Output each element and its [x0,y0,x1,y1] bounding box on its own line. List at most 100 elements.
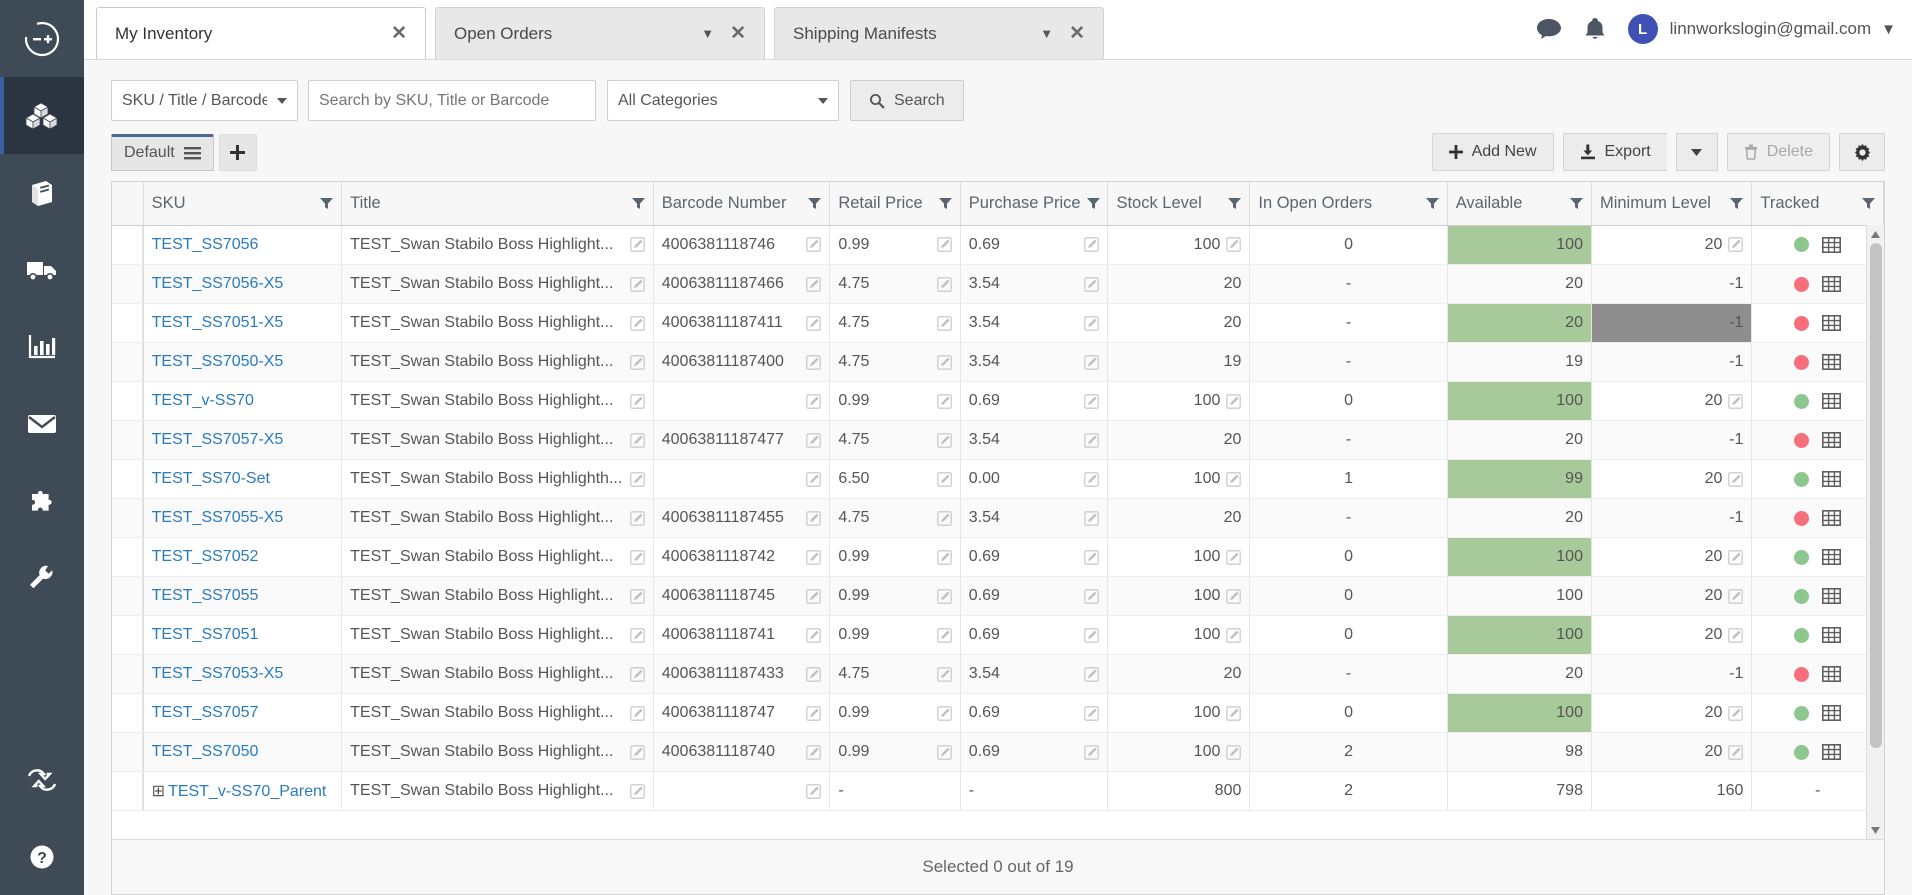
close-icon[interactable]: ✕ [391,24,407,43]
cell-sku[interactable]: TEST_SS7053-X5 [143,654,343,694]
sidebar-item-orders[interactable] [0,154,84,231]
pencil-square-icon[interactable] [1226,627,1242,643]
column-header-minimum-level[interactable]: Minimum Level [1591,182,1753,226]
pencil-square-icon[interactable] [806,744,822,760]
pencil-square-icon[interactable] [1084,588,1100,604]
row-checkbox-cell[interactable] [112,459,143,499]
table-row[interactable]: TEST_v-SS70 TEST_Swan Stabilo Boss Highli… [112,381,1884,421]
sidebar-item-help[interactable]: ? [0,818,84,895]
row-checkbox-cell[interactable] [112,381,143,421]
avatar[interactable]: L [1627,14,1658,44]
pencil-square-icon[interactable] [629,432,645,448]
sku-link[interactable]: TEST_SS7051-X5 [152,314,284,331]
table-row[interactable]: TEST_SS7057 TEST_Swan Stabilo Boss Highli… [112,693,1884,733]
table-grid-icon[interactable] [1822,471,1842,487]
add-view-button[interactable] [218,133,257,171]
cell-sku[interactable]: TEST_SS7056 [143,225,343,265]
pencil-square-icon[interactable] [629,354,645,370]
pencil-square-icon[interactable] [1084,705,1100,721]
close-icon[interactable]: ✕ [1069,24,1085,43]
pencil-square-icon[interactable] [806,276,822,292]
table-row[interactable]: ⊞ TEST_v-SS70_Parent TEST_Swan Stabilo Bos… [112,771,1884,811]
pencil-square-icon[interactable] [1084,744,1100,760]
table-grid-icon[interactable] [1822,276,1842,292]
chat-bubble-icon[interactable] [1536,18,1562,40]
scrollbar-thumb[interactable] [1870,243,1882,748]
scroll-down-arrow[interactable] [1867,821,1884,839]
pencil-square-icon[interactable] [629,705,645,721]
search-button[interactable]: Search [850,80,964,121]
pencil-square-icon[interactable] [936,627,952,643]
pencil-square-icon[interactable] [1084,549,1100,565]
pencil-square-icon[interactable] [936,705,952,721]
row-checkbox-cell[interactable] [112,537,143,577]
pencil-square-icon[interactable] [1226,471,1242,487]
pencil-square-icon[interactable] [936,744,952,760]
pencil-square-icon[interactable] [629,744,645,760]
column-header-purchase-price[interactable]: Purchase Price [960,182,1109,226]
cell-sku[interactable]: TEST_SS7055-X5 [143,498,343,538]
pencil-square-icon[interactable] [629,588,645,604]
pencil-square-icon[interactable] [1084,315,1100,331]
bell-icon[interactable] [1584,17,1606,41]
pencil-square-icon[interactable] [1084,471,1100,487]
pencil-square-icon[interactable] [1084,276,1100,292]
table-grid-icon[interactable] [1822,510,1842,526]
cell-sku[interactable]: TEST_SS7056-X5 [143,264,343,304]
pencil-square-icon[interactable] [1226,393,1242,409]
column-header-stock-level[interactable]: Stock Level [1107,182,1251,226]
pencil-square-icon[interactable] [1226,744,1242,760]
search-field-select[interactable]: SKU / Title / Barcode [111,80,298,121]
pencil-square-icon[interactable] [806,471,822,487]
pencil-square-icon[interactable] [806,432,822,448]
pencil-square-icon[interactable] [629,237,645,253]
pencil-square-icon[interactable] [806,549,822,565]
sku-link[interactable]: TEST_SS7052 [152,548,259,565]
cell-sku[interactable]: TEST_SS7055 [143,576,343,616]
pencil-square-icon[interactable] [806,666,822,682]
sku-link[interactable]: TEST_SS70-Set [152,470,270,487]
table-row[interactable]: TEST_SS7055-X5 TEST_Swan Stabilo Boss Hig… [112,498,1884,538]
pencil-square-icon[interactable] [629,666,645,682]
pencil-square-icon[interactable] [1084,393,1100,409]
row-checkbox-cell[interactable] [112,771,143,811]
select-all-header[interactable] [112,182,144,226]
pencil-square-icon[interactable] [629,276,645,292]
table-grid-icon[interactable] [1822,315,1842,331]
category-select[interactable]: All Categories [607,80,839,121]
tab-my-inventory[interactable]: My Inventory ✕ [96,7,426,59]
column-header-retail-price[interactable]: Retail Price [829,182,961,226]
export-button[interactable]: Export [1562,133,1667,171]
export-dropdown-button[interactable] [1675,133,1718,171]
pencil-square-icon[interactable] [1728,627,1744,643]
cell-sku[interactable]: TEST_SS7050 [143,732,343,772]
sku-link[interactable]: TEST_v-SS70 [152,392,254,409]
pencil-square-icon[interactable] [1728,393,1744,409]
cell-sku[interactable]: TEST_SS7052 [143,537,343,577]
pencil-square-icon[interactable] [806,588,822,604]
cell-sku[interactable]: TEST_v-SS70 [143,381,343,421]
sku-link[interactable]: TEST_SS7055-X5 [152,509,284,526]
pencil-square-icon[interactable] [1226,237,1242,253]
table-row[interactable]: TEST_SS7057-X5 TEST_Swan Stabilo Boss Hig… [112,420,1884,460]
cell-sku[interactable]: TEST_SS7051 [143,615,343,655]
pencil-square-icon[interactable] [629,315,645,331]
add-new-button[interactable]: Add New [1431,133,1554,171]
pencil-square-icon[interactable] [806,705,822,721]
linnworks-logo-icon[interactable] [0,0,84,77]
sidebar-item-settings[interactable] [0,539,84,616]
pencil-square-icon[interactable] [1226,705,1242,721]
row-checkbox-cell[interactable] [112,264,143,304]
tab-shipping-manifests[interactable]: Shipping Manifests ▼ ✕ [774,7,1104,59]
table-grid-icon[interactable] [1822,354,1842,370]
pencil-square-icon[interactable] [629,783,645,799]
row-checkbox-cell[interactable] [112,420,143,460]
settings-button[interactable] [1839,133,1885,171]
table-grid-icon[interactable] [1822,744,1842,760]
chevron-down-icon[interactable]: ▼ [1881,21,1896,38]
pencil-square-icon[interactable] [1226,588,1242,604]
table-row[interactable]: TEST_SS7050 TEST_Swan Stabilo Boss Highli… [112,732,1884,772]
pencil-square-icon[interactable] [629,627,645,643]
pencil-square-icon[interactable] [936,471,952,487]
row-checkbox-cell[interactable] [112,303,143,343]
